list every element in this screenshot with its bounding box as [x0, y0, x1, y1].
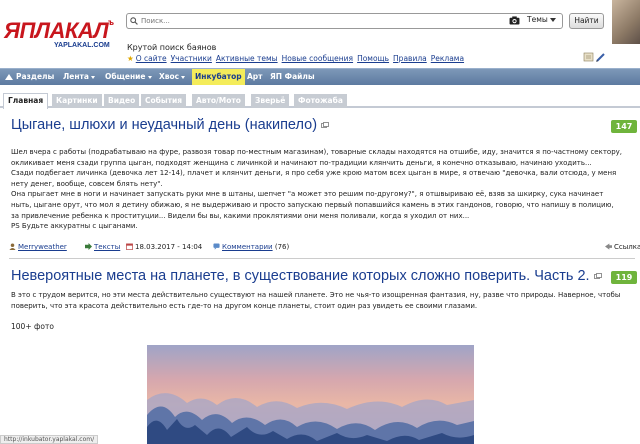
post-line: В это с трудом верится, но эти места дей… — [11, 291, 621, 299]
top-links: ★ О сайте Участники Активные темы Новые сооб… — [127, 54, 468, 63]
photo-count: 100+ фото — [11, 322, 54, 331]
logo-domain: YAPLAKAL.COM — [54, 42, 110, 49]
tab-video[interactable]: Видео — [104, 94, 140, 108]
chevron-down-icon — [147, 75, 152, 79]
post-divider — [9, 258, 635, 259]
nav-label: Общение — [105, 72, 146, 81]
post-meta: Merryweather Тексты 18.03.2017 - 14:04 К… — [9, 243, 640, 254]
home-icon — [5, 74, 13, 80]
post-line: Она прыгает мне в ноги и начинает запуск… — [11, 190, 604, 199]
search-input[interactable] — [141, 15, 501, 27]
nav-tail[interactable]: Хвос — [159, 69, 186, 85]
comments-count: (76) — [274, 243, 290, 251]
find-button[interactable]: Найти — [569, 13, 604, 29]
nav-label: Арт — [247, 72, 263, 81]
nav-communication[interactable]: Общение — [105, 69, 152, 85]
chevron-down-icon — [181, 75, 186, 79]
section-link[interactable]: Тексты — [94, 243, 120, 251]
themes-label: Темы — [527, 15, 548, 24]
link-active-topics[interactable]: Активные темы — [216, 54, 278, 63]
post-body: Шел вчера с работы (подрабатываю на фуре… — [11, 147, 637, 232]
status-bar-url: http://inkubator.yaplakal.com/ — [0, 435, 99, 444]
post-date: 18.03.2017 - 14:04 — [126, 243, 202, 251]
rating-badge[interactable]: 119 — [611, 271, 637, 284]
author-link[interactable]: Merryweather — [18, 243, 67, 251]
post-line: ныть, цыгане орут, что мол я детину обиж… — [11, 200, 614, 209]
tab-pictures[interactable]: Картинки — [52, 94, 102, 108]
share: Ссылка — [605, 243, 640, 251]
nav-label: Разделы — [16, 72, 55, 81]
tab-events[interactable]: События — [141, 94, 187, 108]
nav-sections[interactable]: Разделы — [5, 69, 54, 85]
user-icon — [9, 243, 16, 250]
nav-label: Хвос — [159, 72, 180, 81]
logo-text: ЯПЛАКАЛ — [4, 18, 109, 43]
star-icon: ★ — [127, 54, 134, 63]
chevron-down-icon — [549, 18, 556, 22]
chevron-down-icon — [90, 75, 95, 79]
post-line: PS Будьте аккуратны с цыганами. — [11, 222, 138, 231]
post-line: окликивает меня сзади группа цыган, подх… — [11, 158, 592, 167]
calendar-icon — [126, 243, 133, 250]
post-line: нету денег, вообще, совсем блять нету". — [11, 179, 163, 188]
share-link[interactable]: Ссылка — [614, 243, 640, 251]
author: Merryweather — [9, 243, 67, 251]
search-box[interactable]: Темы — [126, 13, 563, 29]
post-line: за привлечение ребенка к проституции... … — [11, 211, 470, 220]
site-logo[interactable]: ЯПЛАКАЛ ъ YAPLAKAL.COM — [4, 18, 119, 52]
comments-link[interactable]: Комментарии — [222, 243, 273, 251]
arrow-right-icon — [85, 243, 92, 250]
user-avatar[interactable] — [612, 0, 640, 44]
external-link-icon[interactable] — [321, 122, 329, 129]
link-help[interactable]: Помощь — [357, 54, 389, 63]
link-members[interactable]: Участники — [171, 54, 212, 63]
post-body: В это с трудом верится, но эти места дей… — [11, 290, 637, 311]
nav-label: Лента — [63, 72, 89, 81]
post-title[interactable]: Невероятные места на планете, в существо… — [11, 268, 602, 284]
main-nav: Разделы Лента Общение Хвос Инкубатор Арт… — [0, 68, 640, 85]
search-icon — [130, 17, 138, 25]
tagline: Крутой поиск баянов — [127, 43, 217, 52]
tab-auto-moto[interactable]: Авто/Мото — [192, 94, 245, 108]
link-rules[interactable]: Правила — [393, 54, 427, 63]
nav-art[interactable]: Арт — [247, 69, 263, 85]
link-new-messages[interactable]: Новые сообщения — [282, 54, 353, 63]
category-tabs: Главная Картинки Видео События Авто/Мото… — [0, 92, 640, 109]
tab-photoshop[interactable]: Фотожаба — [294, 94, 347, 108]
nav-files[interactable]: ЯП Файлы — [270, 69, 315, 85]
post-title-text: Невероятные места на планете, в существо… — [11, 268, 590, 284]
comments: Комментарии (76) — [213, 243, 289, 251]
rating-badge[interactable]: 147 — [611, 120, 637, 133]
link-ads[interactable]: Реклама — [431, 54, 464, 63]
logo-sup: ъ — [108, 18, 115, 27]
nav-label: ЯП Файлы — [270, 72, 315, 81]
post-line: поверить, что эта красота действительно … — [11, 301, 478, 310]
nav-label: Инкубатор — [195, 72, 242, 81]
post-line: Сзади подбегает личинка (девочка лет 12-… — [11, 169, 617, 178]
post-title-text: Цыгане, шлюхи и неудачный день (накипело… — [11, 117, 318, 133]
external-link-icon[interactable] — [593, 273, 602, 280]
nav-feed[interactable]: Лента — [63, 69, 95, 85]
camera-icon[interactable] — [509, 16, 520, 25]
site-header: ЯПЛАКАЛ ъ YAPLAKAL.COM Темы Найти Крутой… — [0, 0, 640, 68]
share-icon — [605, 243, 612, 250]
section: Тексты — [85, 243, 120, 251]
link-about[interactable]: О сайте — [136, 54, 167, 63]
nav-incubator[interactable]: Инкубатор — [192, 69, 245, 85]
post-image[interactable] — [147, 345, 474, 444]
themes-select[interactable]: Темы — [527, 15, 556, 24]
comment-icon — [213, 243, 220, 250]
header-tools-icon[interactable] — [583, 52, 607, 62]
post-line: Шел вчера с работы (подрабатываю на фуре… — [11, 148, 623, 156]
tab-main[interactable]: Главная — [3, 93, 49, 109]
date-text: 18.03.2017 - 14:04 — [135, 243, 203, 251]
tab-animals[interactable]: Зверьё — [251, 94, 290, 108]
post-title[interactable]: Цыгане, шлюхи и неудачный день (накипело… — [11, 117, 329, 133]
